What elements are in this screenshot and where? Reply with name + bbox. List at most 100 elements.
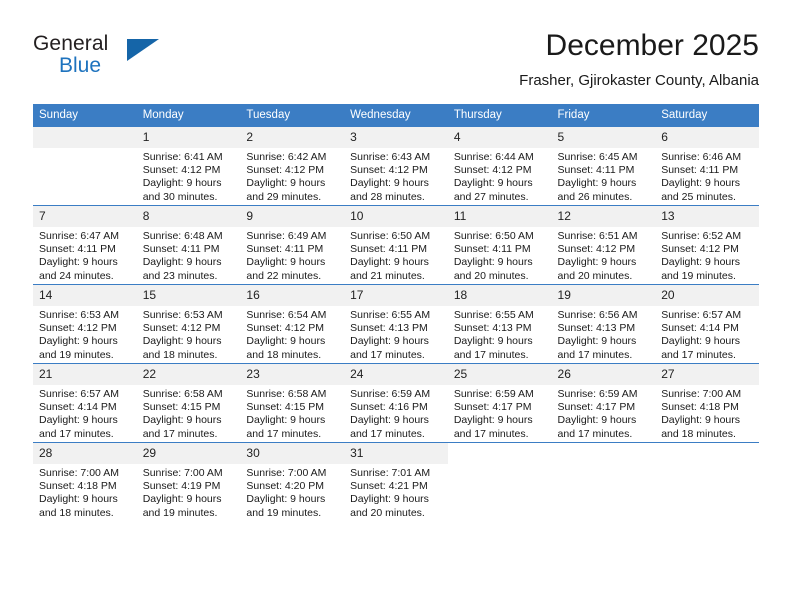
day-number: 6 xyxy=(655,127,759,148)
day-details xyxy=(448,464,552,467)
day-number xyxy=(447,443,552,464)
day-details: Sunrise: 6:44 AM Sunset: 4:12 PM Daylight:… xyxy=(448,148,552,204)
calendar-day-cell[interactable]: 23 Sunrise: 6:58 AM Sunset: 4:15 PM Dayligh… xyxy=(240,363,345,443)
daylight-duration-line2: and 18 minutes. xyxy=(39,506,114,519)
daylight-duration-line1: Daylight: 9 hours xyxy=(557,414,637,427)
daylight-duration-line2: and 25 minutes. xyxy=(661,190,736,203)
weekday-header-row: Sunday Monday Tuesday Wednesday Thursday… xyxy=(33,104,759,127)
sunrise-time: Sunrise: 6:49 AM xyxy=(246,230,327,242)
calendar-day-cell[interactable]: 15 Sunrise: 6:53 AM Sunset: 4:12 PM Dayligh… xyxy=(136,284,241,364)
day-number xyxy=(33,127,137,148)
day-number: 23 xyxy=(240,364,345,385)
calendar-day-cell[interactable]: 31 Sunrise: 7:01 AM Sunset: 4:21 PM Dayligh… xyxy=(344,442,448,521)
calendar-day-cell[interactable]: 20 Sunrise: 6:57 AM Sunset: 4:14 PM Dayligh… xyxy=(655,284,759,364)
day-details: Sunrise: 6:57 AM Sunset: 4:14 PM Daylight:… xyxy=(33,385,137,441)
sunrise-time: Sunrise: 6:47 AM xyxy=(39,230,119,242)
calendar-day-cell[interactable]: 29 Sunrise: 7:00 AM Sunset: 4:19 PM Dayligh… xyxy=(136,442,241,521)
calendar-day-cell[interactable]: 6 Sunrise: 6:46 AM Sunset: 4:11 PM Daylight… xyxy=(655,126,759,206)
calendar-day-cell[interactable]: 1 Sunrise: 6:41 AM Sunset: 4:12 PM Daylight… xyxy=(136,126,241,206)
sunset-time: Sunset: 4:12 PM xyxy=(142,164,221,177)
day-details: Sunrise: 6:59 AM Sunset: 4:17 PM Daylight:… xyxy=(552,385,656,441)
daylight-duration-line2: and 17 minutes. xyxy=(39,427,114,440)
sunrise-time: Sunrise: 6:52 AM xyxy=(661,230,742,242)
sunset-time: Sunset: 4:15 PM xyxy=(246,401,325,414)
calendar-day-cell[interactable]: 30 Sunrise: 7:00 AM Sunset: 4:20 PM Dayligh… xyxy=(240,442,345,521)
calendar-day-cell[interactable]: 27 Sunrise: 7:00 AM Sunset: 4:18 PM Dayligh… xyxy=(655,363,759,443)
calendar-day-cell[interactable]: 4 Sunrise: 6:44 AM Sunset: 4:12 PM Daylight… xyxy=(447,126,552,206)
day-number: 9 xyxy=(240,206,345,227)
calendar-day-cell[interactable]: 22 Sunrise: 6:58 AM Sunset: 4:15 PM Dayligh… xyxy=(136,363,241,443)
day-details xyxy=(655,464,759,467)
sunrise-time: Sunrise: 6:55 AM xyxy=(350,309,431,321)
sunrise-time: Sunrise: 6:59 AM xyxy=(350,388,431,400)
sunset-time: Sunset: 4:13 PM xyxy=(557,322,636,335)
calendar-day-cell[interactable]: 17 Sunrise: 6:55 AM Sunset: 4:13 PM Dayligh… xyxy=(344,284,448,364)
calendar-day-cell[interactable]: 19 Sunrise: 6:56 AM Sunset: 4:13 PM Dayligh… xyxy=(551,284,656,364)
sunset-time: Sunset: 4:12 PM xyxy=(350,164,428,177)
calendar-week-row: 28 Sunrise: 7:00 AM Sunset: 4:18 PM Dayligh… xyxy=(33,442,759,521)
calendar-day-cell[interactable]: 14 Sunrise: 6:53 AM Sunset: 4:12 PM Dayligh… xyxy=(33,284,137,364)
calendar-day-cell[interactable]: 24 Sunrise: 6:59 AM Sunset: 4:16 PM Dayligh… xyxy=(344,363,448,443)
title-block: December 2025 Frasher, Gjirokaster Count… xyxy=(519,28,759,90)
sunrise-sunset-calendar: Sunday Monday Tuesday Wednesday Thursday… xyxy=(33,104,759,521)
calendar-day-cell[interactable]: 18 Sunrise: 6:55 AM Sunset: 4:13 PM Dayligh… xyxy=(447,284,552,364)
day-details: Sunrise: 7:00 AM Sunset: 4:18 PM Daylight:… xyxy=(33,464,137,520)
day-details: Sunrise: 6:48 AM Sunset: 4:11 PM Daylight:… xyxy=(137,227,241,283)
day-details: Sunrise: 6:47 AM Sunset: 4:11 PM Daylight:… xyxy=(33,227,137,283)
daylight-duration-line2: and 23 minutes. xyxy=(142,269,218,282)
calendar-day-cell[interactable]: 28 Sunrise: 7:00 AM Sunset: 4:18 PM Dayligh… xyxy=(33,442,137,521)
calendar-day-cell[interactable]: 5 Sunrise: 6:45 AM Sunset: 4:11 PM Daylight… xyxy=(551,126,656,206)
day-details: Sunrise: 6:42 AM Sunset: 4:12 PM Daylight:… xyxy=(240,148,344,204)
weekday-header-monday: Monday xyxy=(136,104,241,127)
sunrise-time: Sunrise: 6:53 AM xyxy=(39,309,119,321)
calendar-day-cell[interactable]: 12 Sunrise: 6:51 AM Sunset: 4:12 PM Dayligh… xyxy=(551,205,656,285)
sunset-time: Sunset: 4:11 PM xyxy=(557,164,635,177)
daylight-duration-line1: Daylight: 9 hours xyxy=(661,256,741,269)
day-details: Sunrise: 6:43 AM Sunset: 4:12 PM Daylight:… xyxy=(344,148,448,204)
sunrise-time: Sunrise: 6:54 AM xyxy=(246,309,327,321)
calendar-day-cell[interactable]: 9 Sunrise: 6:49 AM Sunset: 4:11 PM Daylight… xyxy=(240,205,345,285)
general-blue-logo[interactable]: General Blue xyxy=(33,32,163,88)
calendar-day-cell[interactable]: 3 Sunrise: 6:43 AM Sunset: 4:12 PM Daylight… xyxy=(344,126,448,206)
calendar-day-cell[interactable]: 13 Sunrise: 6:52 AM Sunset: 4:12 PM Dayligh… xyxy=(655,205,759,285)
day-details: Sunrise: 6:49 AM Sunset: 4:11 PM Daylight:… xyxy=(240,227,344,283)
day-details: Sunrise: 6:58 AM Sunset: 4:15 PM Daylight:… xyxy=(240,385,344,441)
calendar-day-cell[interactable]: 11 Sunrise: 6:50 AM Sunset: 4:11 PM Dayligh… xyxy=(447,205,552,285)
calendar-day-cell[interactable]: 10 Sunrise: 6:50 AM Sunset: 4:11 PM Dayligh… xyxy=(344,205,448,285)
day-number: 21 xyxy=(33,364,137,385)
sunset-time: Sunset: 4:12 PM xyxy=(246,322,325,335)
day-details: Sunrise: 6:57 AM Sunset: 4:14 PM Daylight:… xyxy=(655,306,759,362)
calendar-day-cell[interactable]: 7 Sunrise: 6:47 AM Sunset: 4:11 PM Daylight… xyxy=(33,205,137,285)
daylight-duration-line1: Daylight: 9 hours xyxy=(350,493,429,506)
day-number: 19 xyxy=(551,285,656,306)
calendar-week-row: 1 Sunrise: 6:41 AM Sunset: 4:12 PM Daylight… xyxy=(33,126,759,206)
day-number: 25 xyxy=(447,364,552,385)
calendar-day-cell[interactable]: 2 Sunrise: 6:42 AM Sunset: 4:12 PM Daylight… xyxy=(240,126,345,206)
sunrise-time: Sunrise: 6:58 AM xyxy=(246,388,327,400)
sunrise-time: Sunrise: 6:56 AM xyxy=(557,309,638,321)
calendar-day-cell[interactable]: 25 Sunrise: 6:59 AM Sunset: 4:17 PM Dayligh… xyxy=(447,363,552,443)
daylight-duration-line2: and 19 minutes. xyxy=(39,348,114,361)
weekday-header-wednesday: Wednesday xyxy=(344,104,448,127)
day-details: Sunrise: 7:00 AM Sunset: 4:19 PM Daylight:… xyxy=(137,464,241,520)
sunset-time: Sunset: 4:11 PM xyxy=(350,243,427,256)
daylight-duration-line1: Daylight: 9 hours xyxy=(350,177,429,190)
calendar-week-row: 7 Sunrise: 6:47 AM Sunset: 4:11 PM Daylight… xyxy=(33,205,759,285)
calendar-day-cell[interactable]: 16 Sunrise: 6:54 AM Sunset: 4:12 PM Dayligh… xyxy=(240,284,345,364)
daylight-duration-line1: Daylight: 9 hours xyxy=(246,177,326,190)
sunrise-time: Sunrise: 6:55 AM xyxy=(453,309,534,321)
daylight-duration-line2: and 24 minutes. xyxy=(39,269,114,282)
calendar-day-cell[interactable]: 21 Sunrise: 6:57 AM Sunset: 4:14 PM Dayligh… xyxy=(33,363,137,443)
sunset-time: Sunset: 4:14 PM xyxy=(661,322,739,335)
calendar-day-cell[interactable]: 8 Sunrise: 6:48 AM Sunset: 4:11 PM Daylight… xyxy=(136,205,241,285)
day-details: Sunrise: 7:00 AM Sunset: 4:18 PM Daylight:… xyxy=(655,385,759,441)
daylight-duration-line2: and 17 minutes. xyxy=(350,348,425,361)
daylight-duration-line1: Daylight: 9 hours xyxy=(39,256,118,269)
daylight-duration-line2: and 19 minutes. xyxy=(661,269,736,282)
day-details: Sunrise: 6:59 AM Sunset: 4:16 PM Daylight:… xyxy=(344,385,448,441)
sunrise-time: Sunrise: 7:01 AM xyxy=(350,467,431,479)
calendar-day-cell[interactable]: 26 Sunrise: 6:59 AM Sunset: 4:17 PM Dayligh… xyxy=(551,363,656,443)
sunset-time: Sunset: 4:18 PM xyxy=(39,480,117,493)
calendar-empty-cell xyxy=(551,442,656,521)
daylight-duration-line1: Daylight: 9 hours xyxy=(142,335,222,348)
